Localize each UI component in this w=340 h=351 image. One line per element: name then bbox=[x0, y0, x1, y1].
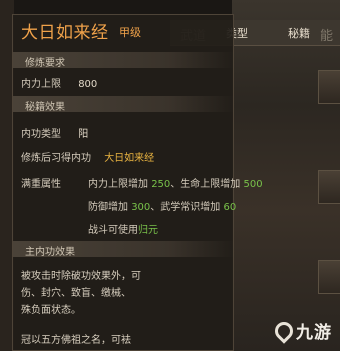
watermark: 九游 bbox=[271, 317, 332, 344]
full-attr-line-3: 战斗可使用归元 bbox=[88, 225, 158, 236]
main-effect-line-3: 殊负面状态。 bbox=[21, 305, 81, 316]
item-grade: 甲级 bbox=[119, 26, 141, 39]
full-attr-line-1: 内力上限增加 250、生命上限增加 500 bbox=[88, 179, 263, 190]
jiuyou-logo-icon bbox=[271, 317, 297, 344]
main-effect-line-4: 冠以五方佛祖之名，可袪 bbox=[21, 335, 131, 346]
main-effect-line-1: 被攻击时除破功效果外，可 bbox=[21, 271, 141, 282]
item-tooltip: 大日如来经 甲级 修炼要求 内力上限 800 秘籍效果 内功类型 阳 修炼后习得… bbox=[12, 14, 263, 351]
item-slot[interactable] bbox=[318, 170, 340, 204]
section-header-main-effect: 主内功效果 bbox=[13, 241, 235, 258]
main-effect-line-2: 伤、封穴、致盲、缴械、 bbox=[21, 288, 131, 299]
section-header-effects: 秘籍效果 bbox=[13, 96, 235, 113]
learned-row: 修炼后习得内功 大日如来经 bbox=[21, 153, 155, 164]
tab-neng[interactable]: 能 bbox=[320, 25, 333, 44]
requirement-row: 内力上限 800 bbox=[21, 79, 98, 90]
neigong-type-row: 内功类型 阳 bbox=[21, 129, 89, 140]
full-attr-label: 满重属性 bbox=[21, 179, 61, 190]
type-value: 秘籍 bbox=[288, 27, 310, 40]
item-title: 大日如来经 bbox=[21, 23, 109, 43]
full-attr-line-2: 防御增加 300、武学常识增加 60 bbox=[88, 202, 237, 213]
item-slot[interactable] bbox=[318, 70, 340, 104]
watermark-text: 九游 bbox=[296, 323, 332, 343]
section-header-requirements: 修炼要求 bbox=[13, 52, 235, 69]
item-slot[interactable] bbox=[318, 260, 340, 294]
